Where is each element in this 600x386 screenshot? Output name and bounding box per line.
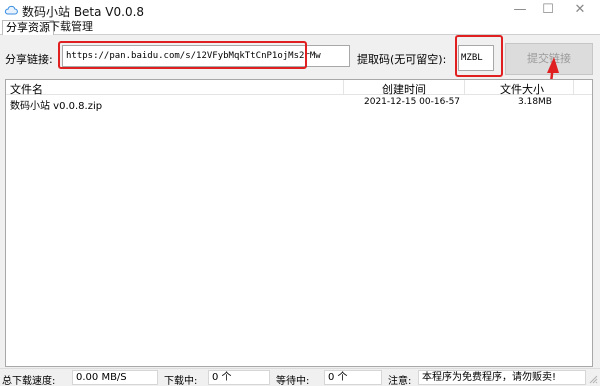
column-header-filename[interactable]: 文件名 bbox=[10, 81, 43, 97]
maximize-button[interactable]: ☐ bbox=[530, 0, 566, 20]
share-panel: 分享链接: https://pan.baidu.com/s/12VFybMqkT… bbox=[0, 35, 600, 368]
tab-download-manager[interactable]: 下载管理 bbox=[46, 20, 96, 35]
column-divider[interactable] bbox=[343, 80, 344, 95]
notice-label: 注意: bbox=[388, 376, 412, 386]
title-bar: 数码小站 Beta V0.0.8 — ☐ ✕ bbox=[0, 0, 600, 20]
extract-code-label: 提取码(无可留空): bbox=[357, 53, 447, 66]
notice-text: 本程序为免费程序，请勿贩卖! bbox=[418, 370, 586, 385]
window-title: 数码小站 Beta V0.0.8 bbox=[22, 5, 145, 19]
downloading-count: 0 个 bbox=[208, 370, 270, 385]
total-speed-label: 总下载速度: bbox=[2, 376, 56, 386]
close-button[interactable]: ✕ bbox=[562, 0, 598, 20]
tab-bar: 分享资源 下载管理 bbox=[0, 20, 600, 36]
total-speed-value: 0.00 MB/S bbox=[72, 370, 158, 385]
file-size-cell: 3.18MB bbox=[518, 97, 552, 107]
cloud-icon bbox=[4, 5, 18, 15]
resize-grip-icon[interactable] bbox=[588, 374, 598, 384]
column-header-file-size[interactable]: 文件大小 bbox=[500, 81, 544, 97]
file-list[interactable]: 文件名 创建时间 文件大小 数码小站 v0.0.8.zip 2021-12-15… bbox=[5, 79, 593, 367]
column-divider[interactable] bbox=[464, 80, 465, 95]
file-name-cell: 数码小站 v0.0.8.zip bbox=[10, 101, 103, 112]
code-highlight-box bbox=[455, 35, 503, 77]
share-link-label: 分享链接: bbox=[5, 53, 53, 66]
link-highlight-box bbox=[58, 41, 307, 69]
waiting-count: 0 个 bbox=[324, 370, 382, 385]
list-item[interactable]: 数码小站 v0.0.8.zip 2021-12-15 00-16-57 3.18… bbox=[6, 97, 592, 112]
submit-link-button[interactable]: 提交链接 bbox=[505, 43, 593, 75]
column-divider[interactable] bbox=[573, 80, 574, 95]
file-list-header: 文件名 创建时间 文件大小 bbox=[6, 80, 592, 97]
status-bar: 总下载速度: 0.00 MB/S 下载中: 0 个 等待中: 0 个 注意: 本… bbox=[0, 368, 600, 386]
created-time-cell: 2021-12-15 00-16-57 bbox=[364, 97, 461, 107]
column-header-created-time[interactable]: 创建时间 bbox=[382, 81, 426, 97]
downloading-label: 下载中: bbox=[164, 376, 198, 386]
waiting-label: 等待中: bbox=[276, 376, 310, 386]
